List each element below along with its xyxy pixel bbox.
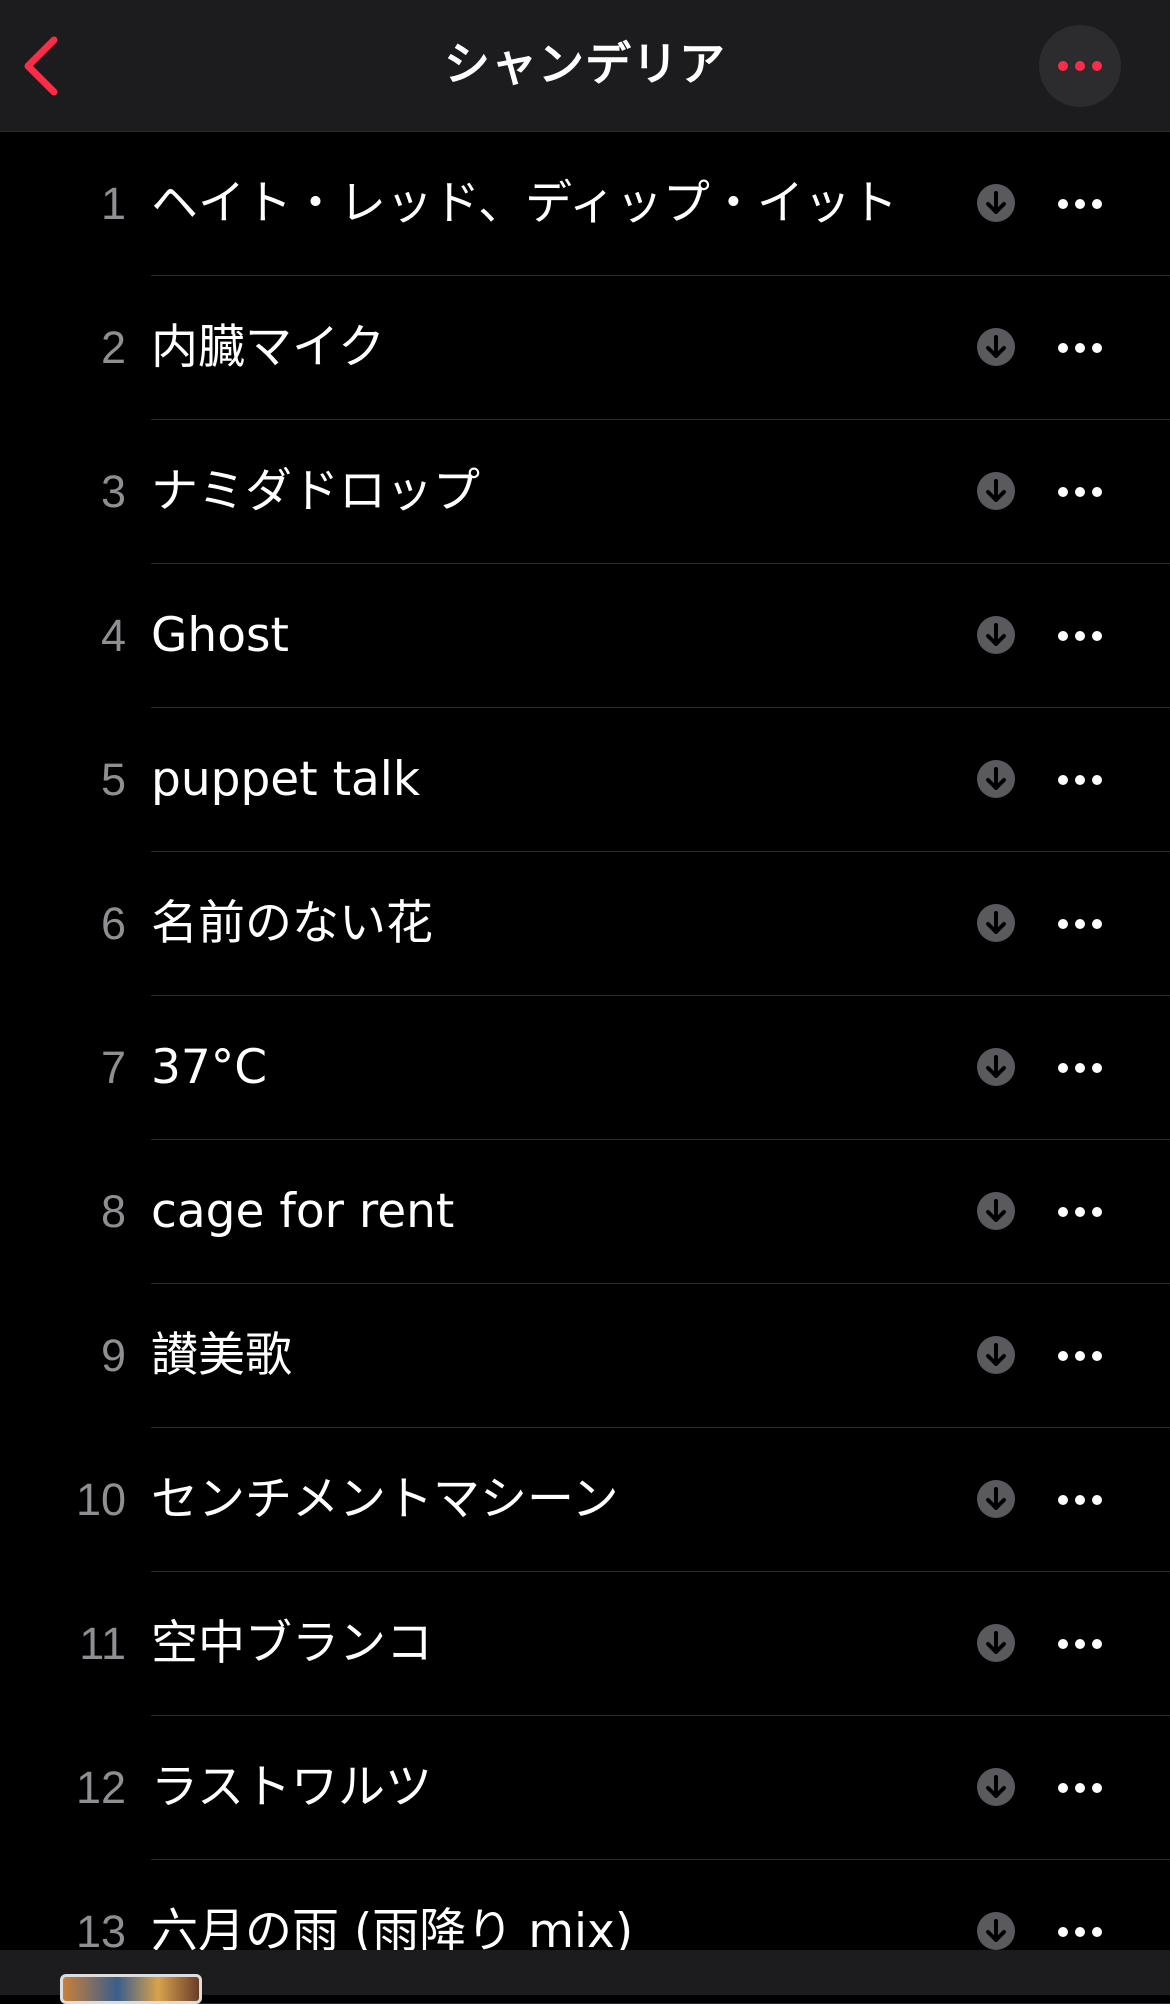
ellipsis-icon (1058, 61, 1102, 71)
ellipsis-icon (1058, 1783, 1102, 1793)
download-icon[interactable] (977, 1480, 1015, 1518)
ellipsis-icon (1058, 199, 1102, 209)
track-number: 11 (79, 1618, 126, 1669)
download-icon[interactable] (977, 1912, 1015, 1950)
track-more-button[interactable] (1050, 1910, 1110, 1954)
download-icon[interactable] (977, 472, 1015, 510)
ellipsis-icon (1058, 1927, 1102, 1937)
track-row[interactable]: 1 ヘイト・レッド、ディップ・イット (0, 132, 1170, 276)
track-number: 9 (100, 1330, 126, 1381)
track-title: 名前のない花 (151, 896, 433, 951)
track-number: 12 (75, 1762, 126, 1813)
track-title: Ghost (151, 608, 289, 663)
more-options-button[interactable] (1039, 25, 1121, 107)
track-more-button[interactable] (1050, 614, 1110, 658)
track-row[interactable]: 7 37°C (0, 996, 1170, 1140)
track-more-button[interactable] (1050, 758, 1110, 802)
track-title: ヘイト・レッド、ディップ・イット (151, 176, 898, 231)
track-title: 讃美歌 (151, 1328, 292, 1383)
ellipsis-icon (1058, 1207, 1102, 1217)
ellipsis-icon (1058, 775, 1102, 785)
track-number: 10 (75, 1474, 126, 1525)
track-more-button[interactable] (1050, 902, 1110, 946)
track-list: 1 ヘイト・レッド、ディップ・イット 2 内臓マイク 3 ナミダドロップ 4 Ghost 5 pu… (0, 132, 1170, 2004)
download-icon[interactable] (977, 904, 1015, 942)
download-icon[interactable] (977, 1336, 1015, 1374)
ellipsis-icon (1058, 1639, 1102, 1649)
track-more-button[interactable] (1050, 1046, 1110, 1090)
ellipsis-icon (1058, 1495, 1102, 1505)
track-row[interactable]: 8 cage for rent (0, 1140, 1170, 1284)
track-row[interactable]: 12 ラストワルツ (0, 1716, 1170, 1860)
track-row[interactable]: 6 名前のない花 (0, 852, 1170, 996)
ellipsis-icon (1058, 631, 1102, 641)
track-number: 7 (100, 1042, 126, 1093)
track-title: ナミダドロップ (151, 464, 480, 519)
track-number: 4 (100, 610, 126, 661)
track-more-button[interactable] (1050, 1622, 1110, 1666)
download-icon[interactable] (977, 1192, 1015, 1230)
track-row[interactable]: 3 ナミダドロップ (0, 420, 1170, 564)
track-number: 6 (100, 898, 126, 949)
page-title: シャンデリア (444, 37, 726, 91)
download-icon[interactable] (977, 1048, 1015, 1086)
track-more-button[interactable] (1050, 1334, 1110, 1378)
mini-player[interactable] (0, 1950, 1170, 2004)
track-number: 2 (100, 322, 126, 373)
track-title: 内臓マイク (151, 320, 386, 375)
track-title: cage for rent (151, 1184, 455, 1239)
track-row[interactable]: 10 センチメントマシーン (0, 1428, 1170, 1572)
track-number: 1 (100, 178, 126, 229)
ellipsis-icon (1058, 343, 1102, 353)
download-icon[interactable] (977, 328, 1015, 366)
track-title: 空中ブランコ (151, 1616, 433, 1671)
navigation-bar: シャンデリア (0, 0, 1170, 132)
track-row[interactable]: 5 puppet talk (0, 708, 1170, 852)
track-number: 3 (100, 466, 126, 517)
track-row[interactable]: 4 Ghost (0, 564, 1170, 708)
track-row[interactable]: 9 讃美歌 (0, 1284, 1170, 1428)
album-artwork[interactable] (60, 1974, 202, 2004)
track-number: 8 (100, 1186, 126, 1237)
track-title: センチメントマシーン (151, 1472, 619, 1527)
download-icon[interactable] (977, 1768, 1015, 1806)
track-number: 5 (100, 754, 126, 805)
track-title: ラストワルツ (151, 1760, 433, 1815)
ellipsis-icon (1058, 1351, 1102, 1361)
track-title: 37°C (151, 1040, 268, 1095)
track-more-button[interactable] (1050, 1766, 1110, 1810)
track-more-button[interactable] (1050, 1190, 1110, 1234)
track-more-button[interactable] (1050, 182, 1110, 226)
track-row[interactable]: 2 内臓マイク (0, 276, 1170, 420)
track-more-button[interactable] (1050, 326, 1110, 370)
ellipsis-icon (1058, 487, 1102, 497)
track-row[interactable]: 11 空中ブランコ (0, 1572, 1170, 1716)
track-more-button[interactable] (1050, 470, 1110, 514)
track-title: puppet talk (151, 752, 421, 807)
download-icon[interactable] (977, 760, 1015, 798)
ellipsis-icon (1058, 1063, 1102, 1073)
ellipsis-icon (1058, 919, 1102, 929)
track-more-button[interactable] (1050, 1478, 1110, 1522)
download-icon[interactable] (977, 616, 1015, 654)
download-icon[interactable] (977, 1624, 1015, 1662)
download-icon[interactable] (977, 184, 1015, 222)
